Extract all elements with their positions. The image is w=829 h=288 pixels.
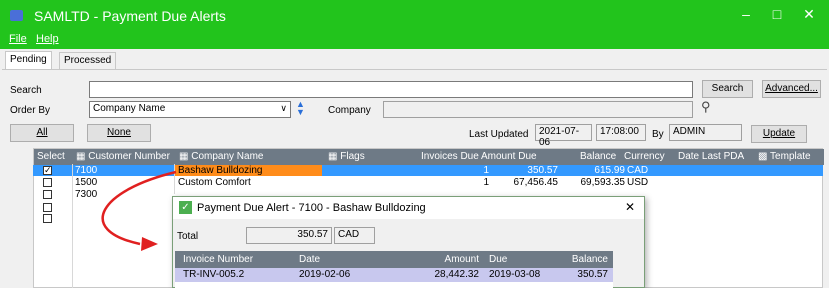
- col-company-name[interactable]: ▦ Company Name: [179, 151, 264, 162]
- cell-due: 2019-03-08: [489, 269, 541, 280]
- total-label: Total: [177, 231, 199, 242]
- col-amount[interactable]: Amount: [383, 254, 479, 265]
- cell-currency: USD: [627, 177, 649, 188]
- minimize-button[interactable]: –: [736, 6, 756, 22]
- cell-balance: 69,593.35: [580, 177, 626, 188]
- payment-due-dialog: ✓ Payment Due Alert - 7100 - Bashaw Bull…: [172, 196, 645, 288]
- dialog-title: Payment Due Alert - 7100 - Bashaw Bulldo…: [197, 202, 426, 214]
- col-template[interactable]: ▩ Template: [758, 151, 811, 162]
- cell-invoices: 1: [483, 165, 489, 176]
- invoice-row[interactable]: TR-INV-005.2 2019-02-06 28,442.32 2019-0…: [175, 268, 613, 282]
- by-label: By: [652, 129, 664, 140]
- search-button[interactable]: Search: [702, 80, 753, 98]
- company-field[interactable]: [383, 101, 693, 118]
- row-checkbox[interactable]: [43, 214, 52, 223]
- tab-pending[interactable]: Pending: [5, 51, 52, 70]
- check-icon: ✓: [179, 201, 192, 214]
- col-balance[interactable]: Balance: [580, 151, 616, 162]
- sort-direction-icon[interactable]: ▲ ▼: [296, 100, 305, 117]
- select-none-button[interactable]: None: [87, 124, 151, 142]
- close-button[interactable]: ✕: [799, 6, 819, 23]
- app-window: SAMLTD - Payment Due Alerts – □ ✕ File H…: [0, 0, 829, 288]
- order-by-value: Company Name: [93, 103, 166, 114]
- cell-amount: 350.57: [527, 165, 558, 176]
- col-select[interactable]: Select: [37, 151, 65, 162]
- menu-help[interactable]: Help: [36, 33, 59, 45]
- col-flags[interactable]: ▦ Flags: [328, 151, 365, 162]
- title-bar: SAMLTD - Payment Due Alerts – □ ✕: [0, 0, 829, 32]
- last-updated-date: 2021-07-06: [535, 124, 592, 148]
- col-date-last-pda[interactable]: Date Last PDA: [678, 151, 744, 162]
- grid-divider: [72, 164, 73, 288]
- col-date[interactable]: Date: [299, 254, 320, 265]
- advanced-button[interactable]: Advanced...: [762, 80, 821, 98]
- cell-currency: CAD: [627, 165, 649, 176]
- col-currency[interactable]: Currency: [624, 151, 665, 162]
- maximize-button[interactable]: □: [767, 6, 787, 22]
- tab-strip: Pending Processed: [0, 49, 829, 70]
- select-all-button[interactable]: All: [10, 124, 74, 142]
- search-icon[interactable]: ⚲: [701, 99, 711, 115]
- menu-bar: File Help: [0, 32, 829, 49]
- update-button[interactable]: Update: [751, 125, 807, 143]
- last-updated-label: Last Updated: [469, 129, 529, 140]
- order-by-select[interactable]: Company Name ∨: [89, 101, 291, 118]
- chevron-down-icon: ∨: [280, 103, 287, 113]
- row-checkbox[interactable]: ✓: [43, 165, 52, 175]
- last-updated-time: 17:08:00: [596, 124, 646, 141]
- dialog-title-bar: ✓ Payment Due Alert - 7100 - Bashaw Bull…: [173, 197, 644, 219]
- invoice-grid-header: Invoice Number Date Amount Due Balance: [175, 251, 613, 268]
- col-due[interactable]: Due: [489, 254, 507, 265]
- row-checkbox[interactable]: [43, 203, 52, 212]
- tab-processed[interactable]: Processed: [59, 52, 117, 69]
- window-title: SAMLTD - Payment Due Alerts: [34, 8, 226, 24]
- cell-date: 2019-02-06: [299, 269, 351, 280]
- cell-amount: 28,442.32: [434, 269, 480, 280]
- cell-company: Bashaw Bulldozing: [175, 165, 322, 176]
- search-input[interactable]: [89, 81, 693, 98]
- cell-amount: 67,456.45: [513, 177, 559, 188]
- cell-invoice: TR-INV-005.2: [183, 269, 245, 280]
- col-amount-due[interactable]: Amount Due: [481, 151, 537, 162]
- updated-by-field: ADMIN: [669, 124, 742, 141]
- col-balance[interactable]: Balance: [555, 254, 608, 265]
- total-value: 350.57: [246, 227, 332, 244]
- cell-balance: 615.99: [594, 165, 625, 176]
- row-checkbox[interactable]: [43, 190, 52, 199]
- company-label: Company: [328, 105, 371, 116]
- invoice-grid: Invoice Number Date Amount Due Balance T…: [175, 251, 613, 288]
- col-invoices-due[interactable]: Invoices Due: [421, 151, 479, 162]
- template-icon: ▩: [758, 151, 771, 162]
- row-checkbox[interactable]: [43, 178, 52, 187]
- col-invoice-number[interactable]: Invoice Number: [183, 254, 253, 265]
- menu-file[interactable]: File: [9, 33, 27, 45]
- search-label: Search: [10, 85, 42, 96]
- app-icon: [10, 10, 23, 21]
- total-currency: CAD: [334, 227, 375, 244]
- cell-invoices: 1: [483, 177, 489, 188]
- cell-balance: 350.57: [577, 269, 608, 280]
- dialog-close-button[interactable]: ✕: [625, 200, 635, 214]
- order-by-label: Order By: [10, 105, 51, 116]
- filter-icon: ▦: [328, 151, 341, 162]
